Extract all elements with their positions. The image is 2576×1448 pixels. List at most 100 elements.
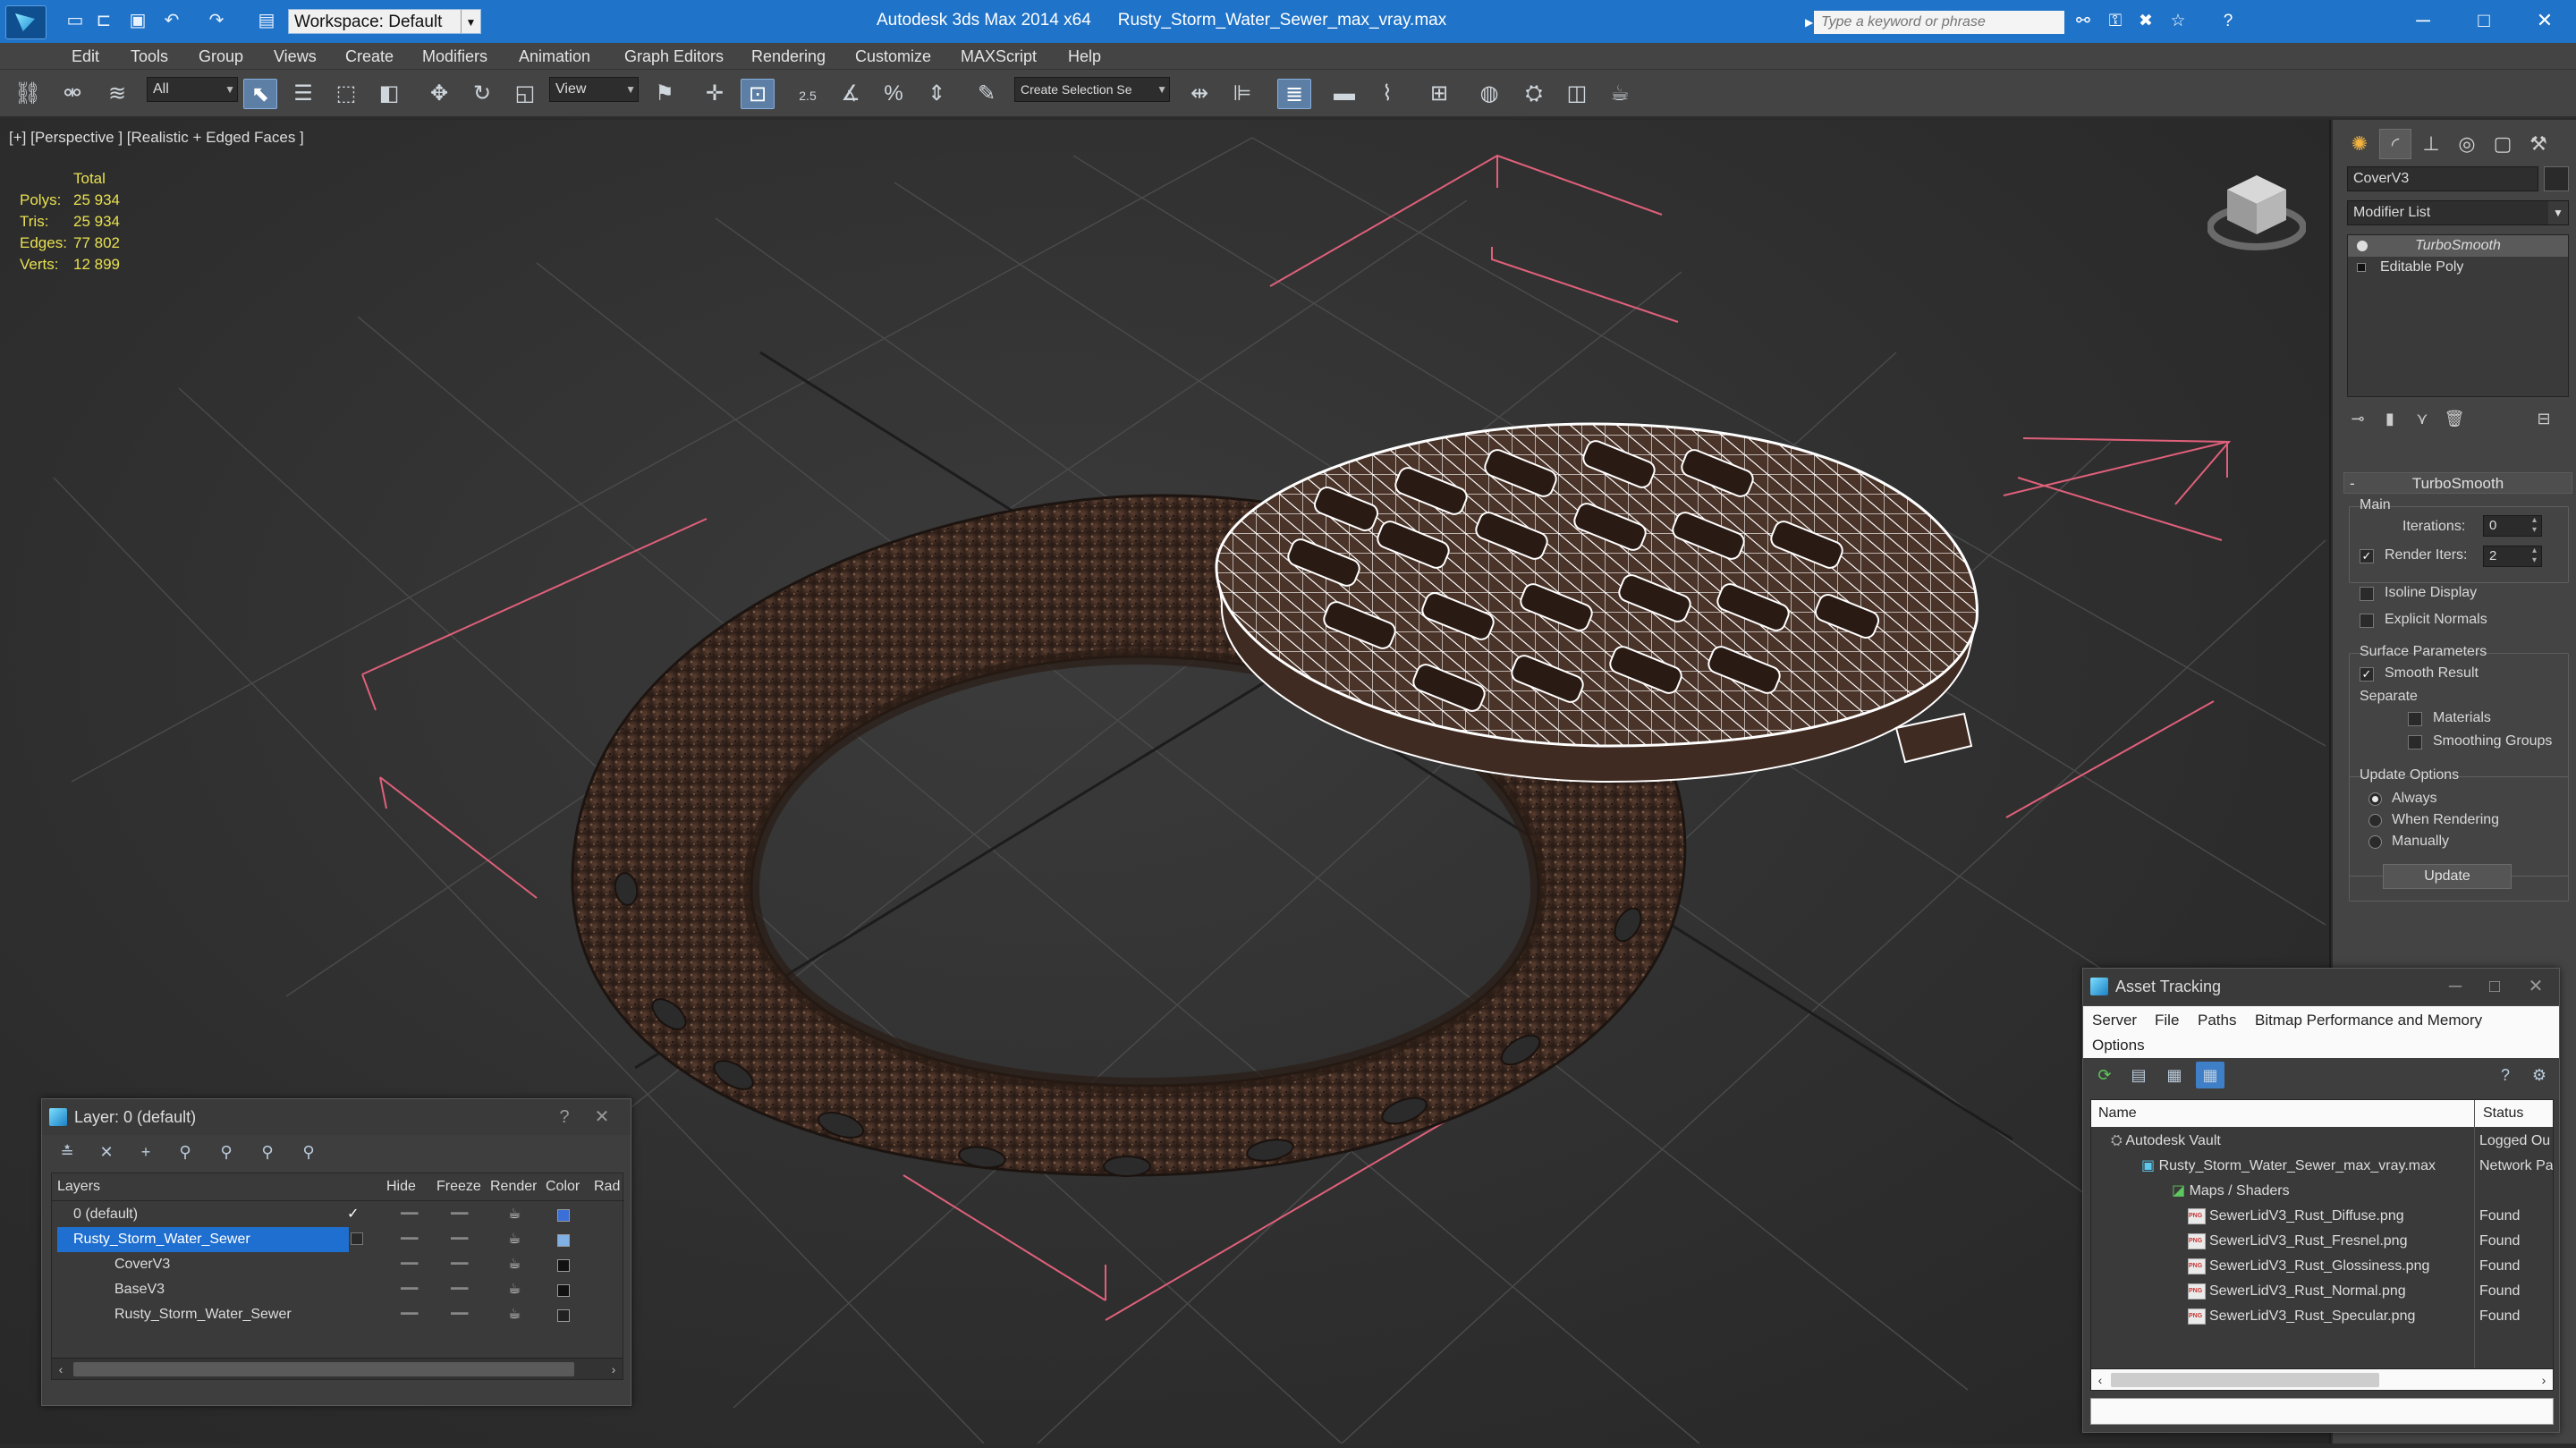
open-file-icon[interactable]: ⊏ [93,11,114,30]
move-icon[interactable]: ✥ [422,79,456,109]
layer-manager-icon[interactable]: ≣ [1277,79,1311,109]
asset-row[interactable]: SewerLidV3_Rust_Normal.png [2188,1279,2472,1304]
remove-modifier-icon[interactable]: 🗑 [2442,406,2467,431]
search-input[interactable] [1814,11,2064,34]
reference-coordinate-select[interactable]: View ▼ [549,77,639,102]
undo-icon[interactable]: ↶ [161,11,182,30]
selection-filter-select[interactable]: All ▼ [147,77,238,102]
render-production-icon[interactable]: ☕ [1603,79,1637,109]
menu-views[interactable]: Views [274,43,317,70]
close-button[interactable]: ✕ [2515,0,2574,43]
render-iters-checkbox[interactable]: ✓ [2360,549,2374,563]
display-tab-icon[interactable]: ▢ [2487,129,2519,159]
hide-toggle-icon[interactable]: ━━ [401,1252,418,1277]
menu-modifiers[interactable]: Modifiers [422,43,487,70]
layer-color-swatch[interactable] [557,1284,570,1297]
layer-row[interactable]: Rusty_Storm_Water_Sewer [114,1302,347,1327]
material-editor-icon[interactable]: ◍ [1472,79,1506,109]
bind-space-warp-icon[interactable]: ≋ [100,79,134,109]
asset-row[interactable]: SewerLidV3_Rust_Glossiness.png [2188,1254,2472,1279]
schematic-view-icon[interactable]: ⊞ [1422,79,1456,109]
highlight-layer-icon[interactable]: ⚲ [212,1139,241,1165]
align-icon[interactable]: ⊫ [1225,79,1259,109]
new-layer-icon[interactable]: ≛ [53,1139,81,1165]
layer-list-hscroll[interactable]: ‹ › [52,1358,623,1379]
iterations-spinner[interactable]: 0 [2483,515,2542,537]
project-folder-icon[interactable]: ▤ [256,11,277,30]
communication-icon[interactable]: ✖ [2134,11,2157,32]
layer-color-swatch[interactable] [557,1309,570,1322]
motion-tab-icon[interactable]: ◎ [2451,129,2483,159]
render-iters-spinner[interactable]: 2 [2483,546,2542,567]
rotate-icon[interactable]: ↻ [465,79,499,109]
star-icon[interactable]: ☆ [2166,11,2190,32]
layer-color-swatch[interactable] [557,1259,570,1272]
menu-help[interactable]: Help [1068,43,1101,70]
keyboard-shortcut-override-icon[interactable]: ⊡ [741,79,775,109]
curve-editor-icon[interactable]: ⌇ [1370,79,1404,109]
help-icon[interactable]: ? [2491,1062,2520,1088]
layer-row[interactable]: 0 (default) [73,1202,610,1227]
new-file-icon[interactable]: ▭ [64,11,86,30]
asset-list-hscroll[interactable]: ‹ › [2091,1368,2553,1390]
select-object-icon[interactable]: ⬉ [243,79,277,109]
layer-color-swatch[interactable] [557,1209,570,1222]
object-color-swatch[interactable] [2544,166,2569,191]
layer-dialog-title[interactable]: Layer: 0 (default) [42,1099,631,1135]
table-view-icon[interactable]: ▦ [2196,1062,2224,1088]
app-logo-icon[interactable] [5,5,47,39]
menu-group[interactable]: Group [199,43,243,70]
col-status[interactable]: Status [2483,1100,2523,1127]
layer-color-swatch[interactable] [557,1234,570,1247]
help-button[interactable]: ? [548,1099,580,1135]
help-icon[interactable]: ? [2216,11,2240,32]
scroll-left-icon[interactable]: ‹ [2091,1369,2109,1391]
delete-layer-icon[interactable]: ✕ [92,1139,121,1165]
menu-graph-editors[interactable]: Graph Editors [624,43,724,70]
asset-row[interactable]: SewerLidV3_Rust_Specular.png [2188,1304,2472,1329]
freeze-toggle-icon[interactable]: ━━ [451,1202,468,1227]
col-render[interactable]: Render [490,1173,537,1200]
col-color[interactable]: Color [546,1173,580,1200]
asset-path-field[interactable] [2090,1398,2554,1425]
materials-checkbox[interactable] [2408,712,2422,726]
stack-item-editable-poly[interactable]: Editable Poly [2348,257,2568,278]
freeze-toggle-icon[interactable]: ━━ [451,1252,468,1277]
view-cube[interactable] [2207,165,2306,254]
lightbulb-icon[interactable] [2357,241,2368,251]
menu-maxscript[interactable]: MAXScript [961,43,1037,70]
asset-row[interactable]: SewerLidV3_Rust_Fresnel.png [2188,1229,2472,1254]
smooth-result-checkbox[interactable]: ✓ [2360,667,2374,682]
always-radio[interactable] [2368,792,2382,806]
col-radiosity[interactable]: Rad [594,1173,621,1200]
binoculars-icon[interactable]: ⚯ [2072,11,2095,32]
modifier-list-select[interactable]: Modifier List ▼ [2347,200,2569,225]
hide-all-icon[interactable]: ⚲ [253,1139,282,1165]
close-icon[interactable]: ✕ [586,1099,618,1135]
pivot-center-icon[interactable]: ✛ [698,79,732,109]
explicit-normals-checkbox[interactable] [2360,614,2374,628]
scroll-right-icon[interactable]: › [2535,1369,2553,1391]
scroll-thumb[interactable] [73,1362,574,1376]
menu-rendering[interactable]: Rendering [751,43,826,70]
layer-row[interactable]: BaseV3 [114,1277,347,1302]
layer-row[interactable]: CoverV3 [114,1252,347,1277]
manually-radio[interactable] [2368,835,2382,849]
render-toggle-icon[interactable]: ☕ [508,1277,521,1302]
layer-row[interactable]: Rusty_Storm_Water_Sewer [73,1227,342,1252]
list-view-icon[interactable]: ▤ [2124,1062,2153,1088]
mirror-icon[interactable]: ⇹ [1182,79,1216,109]
asset-row[interactable]: SewerLidV3_Rust_Diffuse.png [2188,1204,2472,1229]
workspace-select[interactable]: Workspace: Default ▼ [288,9,481,34]
isoline-display-checkbox[interactable] [2360,587,2374,601]
menu-options[interactable]: Options [2092,1033,2145,1058]
save-icon[interactable]: ▣ [127,11,148,30]
scale-icon[interactable]: ◱ [508,79,542,109]
scroll-left-icon[interactable]: ‹ [52,1359,70,1380]
make-unique-icon[interactable]: ⋎ [2410,406,2435,431]
col-freeze[interactable]: Freeze [436,1173,481,1200]
object-name-input[interactable] [2347,166,2538,191]
add-to-layer-icon[interactable]: + [131,1139,160,1165]
menu-paths[interactable]: Paths [2198,1008,2236,1033]
asset-row[interactable]: ⛭ Autodesk Vault [2111,1129,2469,1154]
